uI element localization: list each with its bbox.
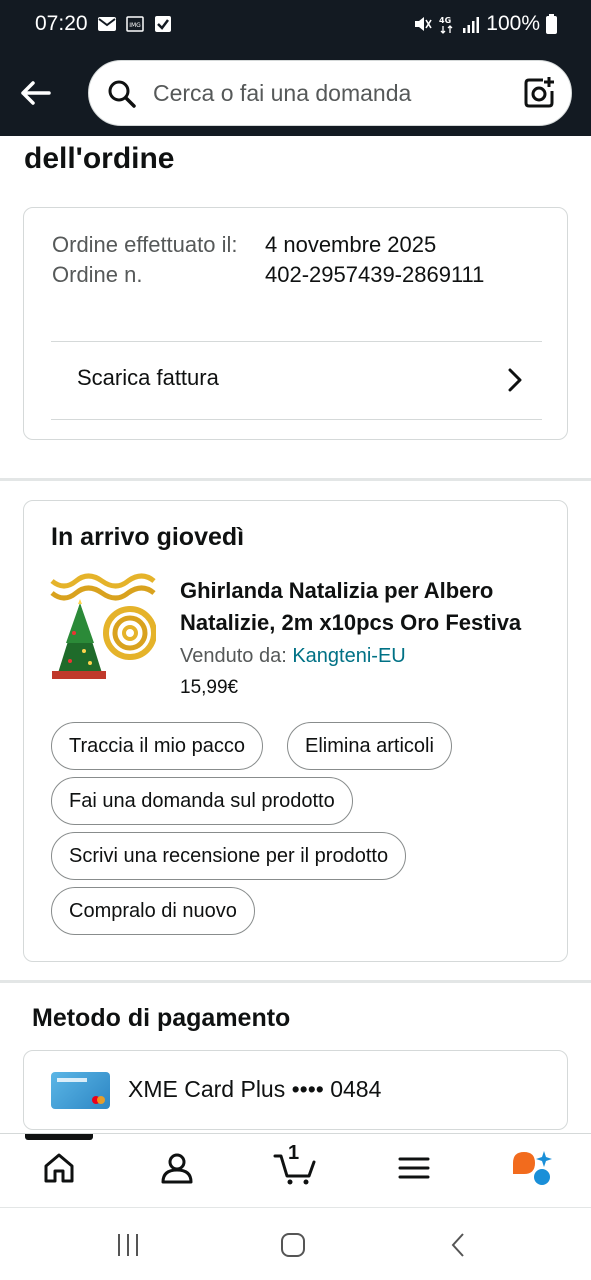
back-button[interactable] — [16, 74, 54, 112]
payment-method-title: Metodo di pagamento — [32, 1004, 291, 1032]
system-navigation-bar — [0, 1207, 591, 1280]
svg-text:4G: 4G — [439, 16, 451, 25]
track-package-button[interactable]: Traccia il mio pacco — [51, 722, 263, 770]
active-tab-indicator — [25, 1134, 93, 1140]
camera-icon[interactable] — [521, 75, 557, 111]
product-image[interactable] — [50, 573, 156, 681]
signal-icon — [463, 17, 480, 33]
search-icon — [108, 80, 136, 108]
order-info-card: Ordine effettuato il: Ordine n. 4 novemb… — [23, 207, 568, 440]
rufus-tab[interactable] — [510, 1148, 554, 1188]
seller-link[interactable]: Kangteni-EU — [292, 645, 405, 667]
rufus-icon — [513, 1151, 552, 1185]
cart-tab[interactable]: 1 — [272, 1142, 318, 1188]
account-tab[interactable] — [157, 1148, 197, 1188]
write-review-button[interactable]: Scrivi una recensione per il prodotto — [51, 832, 407, 880]
home-system-button[interactable] — [278, 1230, 308, 1260]
battery-percentage: 100% — [486, 12, 540, 35]
order-number-value: 402-2957439-2869111 — [265, 262, 485, 287]
network-4g-icon: 4G — [439, 16, 453, 34]
search-bar[interactable]: Cerca o fai una domanda — [88, 60, 572, 126]
back-arrow-icon — [21, 81, 51, 105]
section-separator — [0, 980, 591, 983]
back-system-button[interactable] — [444, 1230, 474, 1260]
bottom-navigation: 1 — [0, 1133, 591, 1207]
status-bar: 07:20 IMG 4G 100% — [0, 0, 591, 50]
download-invoice-row[interactable]: Scarica fattura — [51, 341, 542, 419]
product-title[interactable]: Ghirlanda Natalizia per Albero Natalizie… — [180, 575, 545, 639]
battery-icon — [546, 14, 557, 34]
product-price: 15,99€ — [180, 677, 239, 698]
page-title: dell'ordine — [24, 142, 175, 175]
payment-card-row[interactable]: XME Card Plus •••• 0484 — [23, 1050, 568, 1130]
chevron-right-icon — [508, 368, 522, 392]
svg-text:IMG: IMG — [129, 22, 141, 29]
section-separator — [0, 478, 591, 481]
home-system-icon — [281, 1233, 305, 1257]
credit-card-icon — [51, 1072, 110, 1109]
divider — [51, 419, 542, 420]
download-invoice-label: Scarica fattura — [77, 365, 219, 390]
home-icon — [44, 1153, 74, 1183]
account-icon — [161, 1153, 193, 1184]
seller-info: Venduto da: Kangteni-EU — [180, 645, 406, 668]
buy-again-button[interactable]: Compralo di nuovo — [51, 887, 255, 935]
ask-question-button[interactable]: Fai una domanda sul prodotto — [51, 777, 353, 825]
status-time: 07:20 — [35, 12, 88, 35]
mail-notification-icon — [98, 17, 116, 31]
search-placeholder[interactable]: Cerca o fai una domanda — [153, 80, 411, 107]
cart-count: 1 — [288, 1142, 300, 1164]
mute-icon — [415, 17, 432, 31]
order-number-label: Ordine n. — [52, 262, 143, 287]
delivery-card: In arrivo giovedì Ghirlanda Natalizia pe… — [23, 500, 568, 962]
order-date-value: 4 novembre 2025 — [265, 232, 437, 257]
menu-icon — [398, 1157, 430, 1179]
menu-tab[interactable] — [394, 1148, 434, 1188]
delete-items-button[interactable]: Elimina articoli — [287, 722, 452, 770]
back-system-icon — [451, 1233, 464, 1257]
app-header: Cerca o fai una domanda — [0, 50, 591, 136]
recent-apps-button[interactable] — [113, 1230, 143, 1260]
delivery-title: In arrivo giovedì — [51, 523, 245, 551]
checkbox-notification-icon — [155, 16, 171, 32]
payment-card-label: XME Card Plus •••• 0484 — [128, 1076, 382, 1102]
recent-apps-icon — [118, 1234, 138, 1256]
gallery-notification-icon: IMG — [126, 16, 144, 32]
seller-label: Venduto da: — [180, 645, 287, 667]
order-date-label: Ordine effettuato il: — [52, 232, 238, 257]
home-tab[interactable] — [39, 1148, 79, 1188]
